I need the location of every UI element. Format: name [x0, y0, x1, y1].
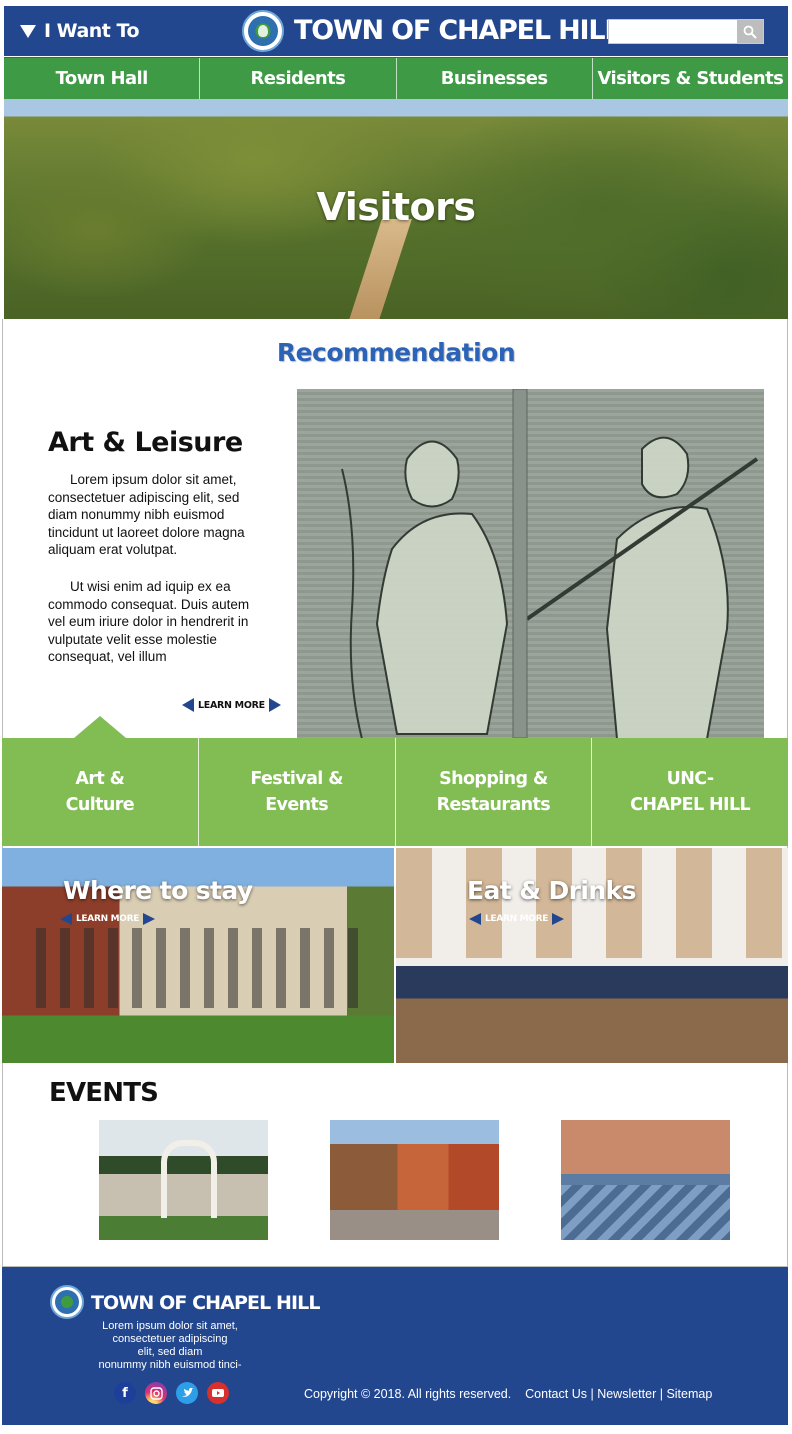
nav-town-hall[interactable]: Town Hall [4, 58, 201, 99]
facebook-icon[interactable]: f [114, 1382, 136, 1404]
search-button[interactable] [737, 20, 763, 43]
learn-more-label: LEARN MORE [485, 914, 549, 924]
eat-drinks-learn-more[interactable]: LEARN MORE [469, 913, 565, 925]
tab-shopping-restaurants[interactable]: Shopping & Restaurants [396, 738, 593, 846]
arrow-left-icon [182, 698, 194, 712]
top-header: I Want To TOWN OF CHAPEL HILL [4, 6, 788, 56]
learn-more-label: LEARN MORE [198, 699, 265, 711]
hero-banner: Visitors [4, 99, 788, 319]
main-nav: Town Hall Residents Businesses Visitors … [4, 57, 788, 99]
i-want-to-menu[interactable]: I Want To [20, 20, 140, 42]
social-links: f [114, 1382, 229, 1404]
tile-title: Eat & Drinks [467, 876, 636, 905]
tab-festival-events[interactable]: Festival & Events [199, 738, 396, 846]
learn-more-link[interactable]: LEARN MORE [182, 698, 281, 712]
feature-paragraph-2: Ut wisi enim ad iquip ex ea commodo cons… [48, 579, 250, 664]
footer-title: TOWN OF CHAPEL HILL [91, 1292, 320, 1314]
arrow-left-icon [60, 913, 72, 925]
nav-visitors-students[interactable]: Visitors & Students [593, 58, 788, 99]
copyright-text: Copyright © 2018. All rights reserved. [304, 1387, 512, 1401]
where-to-stay-tile[interactable]: Where to stay [2, 848, 394, 1063]
recommendation-heading: Recommendation [276, 338, 516, 367]
footer: TOWN OF CHAPEL HILL Lorem ipsum dolor si… [2, 1267, 788, 1425]
contact-us-link[interactable]: Contact Us [525, 1387, 587, 1401]
learn-more-label: LEARN MORE [76, 914, 140, 924]
category-tabs: Art & Culture Festival & Events Shopping… [2, 738, 788, 846]
footer-text: Lorem ipsum dolor sit amet, consectetuer… [98, 1320, 242, 1371]
i-want-to-label: I Want To [44, 20, 140, 42]
mural-image [297, 389, 764, 738]
search-box [608, 19, 764, 44]
newsletter-link[interactable]: Newsletter [597, 1387, 656, 1401]
sitemap-link[interactable]: Sitemap [666, 1387, 712, 1401]
nav-businesses[interactable]: Businesses [397, 58, 593, 99]
eat-drinks-tile[interactable]: Eat & Drinks [396, 848, 788, 1063]
tile-title: Where to stay [63, 876, 253, 905]
feature-title: Art & Leisure [48, 427, 243, 458]
hero-boardwalk-image [346, 219, 412, 319]
triangle-down-icon [20, 24, 36, 38]
site-title[interactable]: TOWN OF CHAPEL HILL [294, 15, 622, 46]
arrow-right-icon [552, 913, 565, 925]
events-heading: EVENTS [49, 1078, 159, 1108]
footer-town-seal-logo[interactable] [50, 1285, 84, 1319]
active-tab-pointer [74, 716, 126, 738]
town-seal-logo[interactable] [242, 10, 284, 52]
event-image-old-well[interactable] [99, 1120, 268, 1240]
hotel-image [22, 928, 362, 1008]
arrow-left-icon [469, 913, 481, 925]
instagram-icon[interactable] [145, 1382, 167, 1404]
youtube-icon[interactable] [207, 1382, 229, 1404]
footer-copyright: Copyright © 2018. All rights reserved. C… [304, 1387, 713, 1401]
nav-residents[interactable]: Residents [200, 58, 397, 99]
feature-paragraph-1: Lorem ipsum dolor sit amet, consectetuer… [48, 472, 245, 557]
event-image-plaza[interactable] [561, 1120, 730, 1240]
arrow-right-icon [143, 913, 156, 925]
search-input[interactable] [609, 20, 737, 43]
twitter-icon[interactable] [176, 1382, 198, 1404]
tab-art-culture[interactable]: Art & Culture [2, 738, 199, 846]
hero-title: Visitors [316, 185, 476, 229]
arrow-right-icon [268, 698, 281, 712]
tab-unc-chapel-hill[interactable]: UNC- CHAPEL HILL [592, 738, 788, 846]
search-icon [743, 25, 757, 39]
where-to-stay-learn-more[interactable]: LEARN MORE [60, 913, 156, 925]
event-image-street[interactable] [330, 1120, 499, 1240]
